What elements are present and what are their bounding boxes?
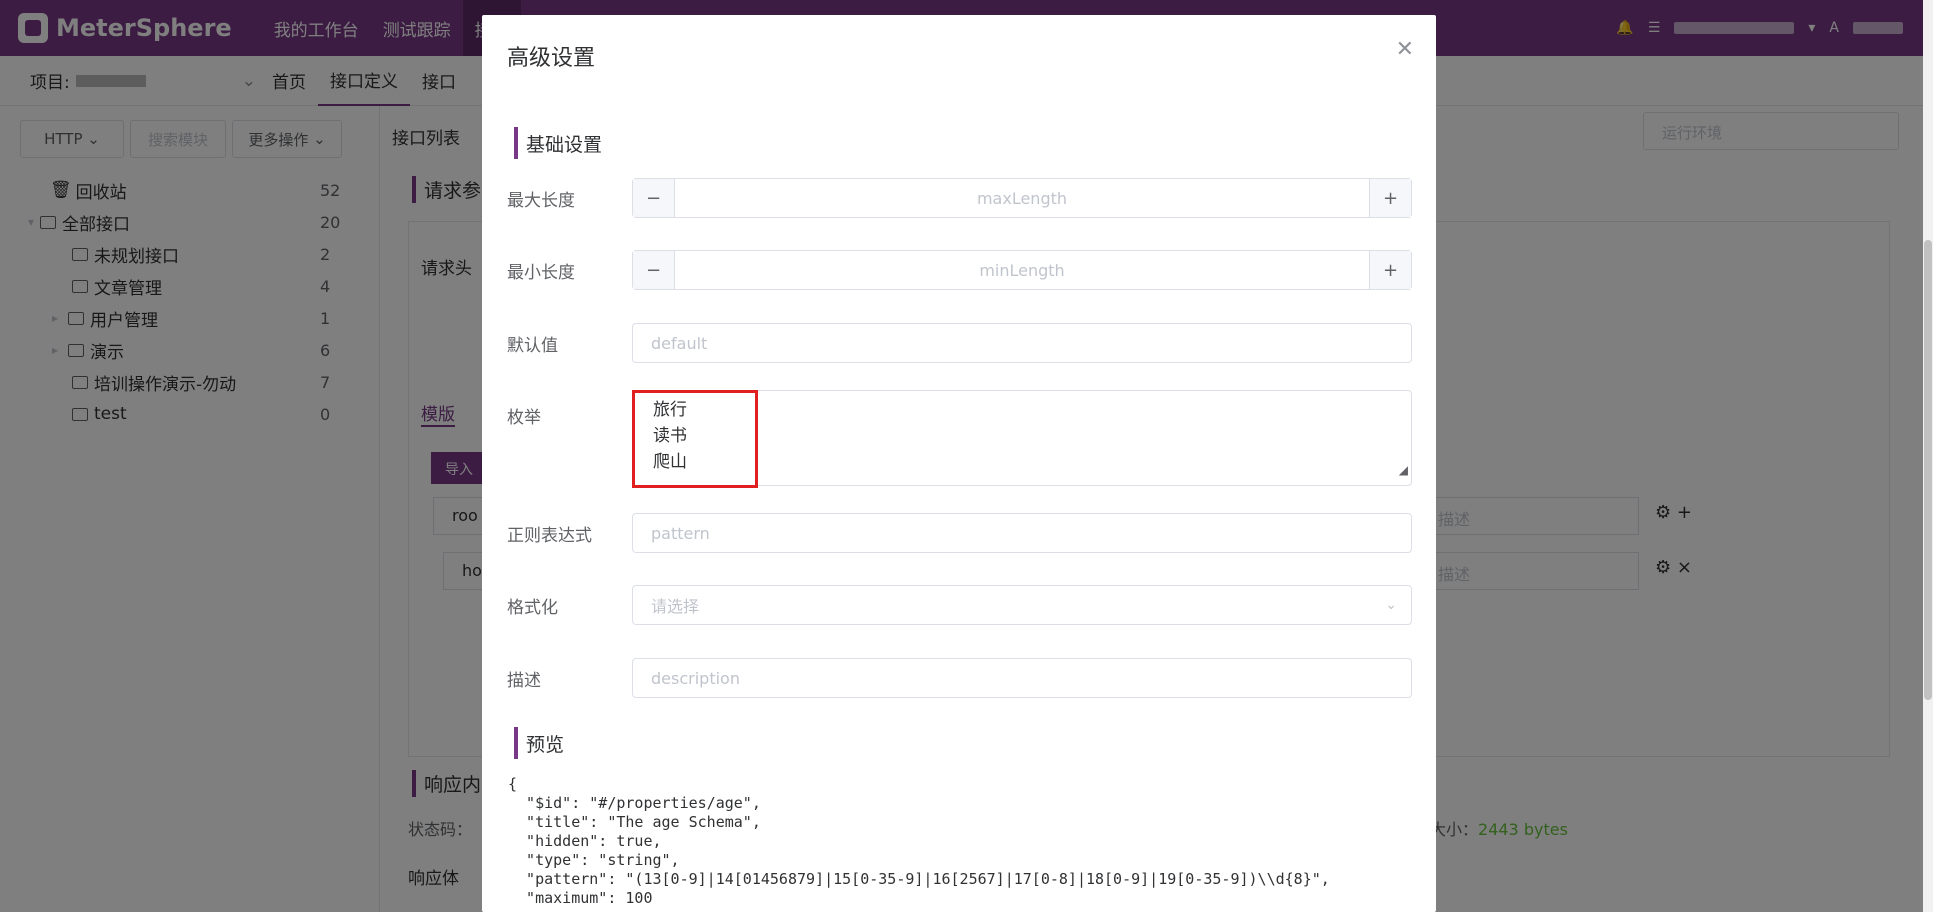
- enum-value: 读书: [653, 426, 687, 446]
- minus-icon[interactable]: −: [633, 179, 675, 217]
- description-label: 描述: [507, 671, 541, 691]
- pattern-input[interactable]: pattern: [632, 513, 1412, 553]
- format-placeholder: 请选择: [651, 597, 700, 616]
- max-length-input[interactable]: maxLength: [675, 179, 1369, 217]
- scrollbar-thumb[interactable]: [1924, 240, 1932, 700]
- format-select[interactable]: 请选择 ⌄: [632, 585, 1412, 625]
- enum-value: 旅行: [653, 400, 687, 420]
- min-length-input[interactable]: minLength: [675, 251, 1369, 289]
- highlight-box: [632, 390, 758, 488]
- section-preview: 预览: [514, 727, 564, 759]
- chevron-down-icon: ⌄: [1385, 597, 1397, 613]
- close-icon[interactable]: ✕: [1396, 37, 1414, 62]
- schema-preview: { "$id": "#/properties/age", "title": "T…: [508, 775, 1330, 907]
- pattern-label: 正则表达式: [507, 526, 592, 546]
- plus-icon[interactable]: +: [1369, 179, 1411, 217]
- dialog-title: 高级设置: [507, 46, 596, 71]
- enum-label: 枚举: [507, 408, 541, 428]
- min-length-stepper: − minLength +: [632, 250, 1412, 290]
- max-length-stepper: − maxLength +: [632, 178, 1412, 218]
- description-input[interactable]: description: [632, 658, 1412, 698]
- resize-handle-icon[interactable]: ◢: [1399, 457, 1408, 483]
- format-label: 格式化: [507, 598, 558, 618]
- min-length-label: 最小长度: [507, 263, 575, 283]
- plus-icon[interactable]: +: [1369, 251, 1411, 289]
- advanced-settings-dialog: 高级设置 ✕ 基础设置 最大长度 − maxLength + 最小长度 − mi…: [482, 15, 1436, 912]
- page-scrollbar[interactable]: [1923, 0, 1933, 912]
- section-basic-settings: 基础设置: [514, 127, 602, 159]
- enum-value: 爬山: [653, 452, 687, 472]
- minus-icon[interactable]: −: [633, 251, 675, 289]
- max-length-label: 最大长度: [507, 191, 575, 211]
- default-input[interactable]: default: [632, 323, 1412, 363]
- default-label: 默认值: [507, 336, 558, 356]
